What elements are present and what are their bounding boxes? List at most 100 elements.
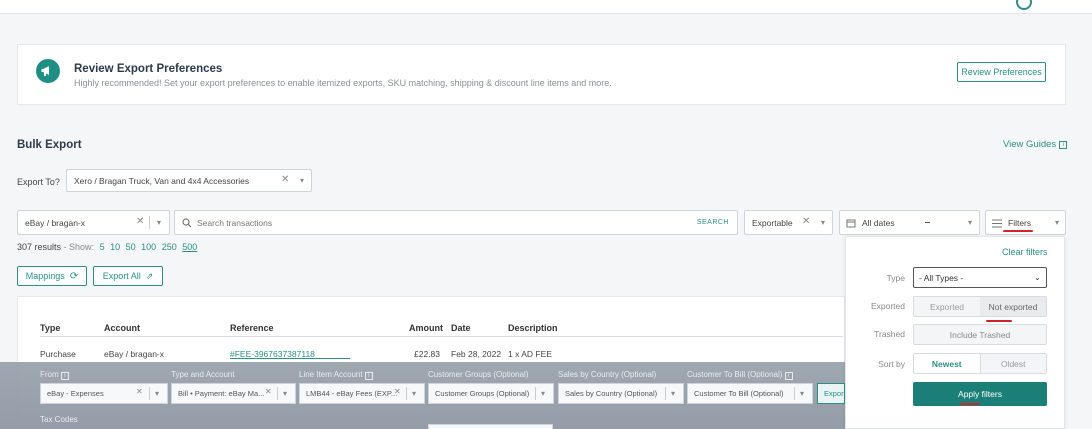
- sort-toggle: Newest Oldest: [913, 353, 1047, 374]
- reference-underline: [230, 358, 350, 359]
- view-guides-label: View Guides: [1003, 139, 1057, 150]
- divider: [149, 387, 150, 400]
- banner-subtitle: Highly recommended! Set your export pref…: [74, 78, 612, 88]
- page-size-500[interactable]: 500: [182, 242, 197, 252]
- refresh-icon: ⟳: [69, 270, 79, 282]
- type-account-select[interactable]: Bill • Payment: eBay Ma... ✕ ▾: [171, 383, 296, 404]
- customer-bill-select[interactable]: Customer To Bill (Optional) ▾: [687, 383, 813, 404]
- exported-label: Exported: [870, 301, 905, 311]
- date-range-select[interactable]: All dates ▾: [839, 210, 980, 235]
- clear-icon[interactable]: ✕: [265, 387, 272, 396]
- divider: [794, 387, 795, 400]
- export-to-select[interactable]: Xero / Bragan Truck, Van and 4x4 Accesso…: [66, 169, 312, 192]
- search-input[interactable]: Search transactions SEARCH: [174, 210, 738, 235]
- filter-icon: [992, 219, 1002, 228]
- search-button[interactable]: SEARCH: [697, 219, 729, 226]
- page-size-250[interactable]: 250: [162, 242, 177, 252]
- column-header-account: Account: [104, 323, 140, 333]
- from-value: eBay - Expenses: [47, 389, 104, 398]
- sort-newest-option[interactable]: Newest: [914, 354, 981, 373]
- not-exported-option[interactable]: Not exported: [980, 297, 1046, 316]
- export-all-button[interactable]: Export All ⇗: [93, 266, 163, 286]
- line-item-label: Line Item Account i: [299, 370, 373, 380]
- chevron-down-icon: ▾: [968, 218, 973, 227]
- type-account-value: Bill • Payment: eBay Ma...: [178, 389, 265, 398]
- review-preferences-button[interactable]: Review Preferences: [957, 62, 1046, 82]
- line-item-select[interactable]: LMB44 - eBay Fees (EXP... ✕ ▾: [299, 383, 425, 404]
- chevron-down-icon: ▾: [1055, 218, 1060, 227]
- chevron-down-icon: ▾: [671, 389, 676, 398]
- page-size-10[interactable]: 10: [110, 242, 120, 252]
- row-account: eBay / bragan-x: [104, 349, 165, 359]
- column-header-reference: Reference: [230, 323, 274, 333]
- from-label: From i: [40, 370, 69, 380]
- divider: [665, 387, 666, 400]
- sales-country-label: Sales by Country (Optional): [558, 370, 657, 379]
- include-trashed-toggle[interactable]: Include Trashed: [913, 324, 1047, 345]
- clear-icon[interactable]: ✕: [136, 387, 143, 396]
- page-size-100[interactable]: 100: [141, 242, 156, 252]
- row-date: Feb 28, 2022: [451, 349, 502, 359]
- exportable-select[interactable]: Exportable ✕ ▾: [744, 210, 833, 235]
- info-icon: i: [1059, 140, 1068, 149]
- info-icon: i: [784, 372, 793, 380]
- annotation-underline: [986, 320, 1012, 322]
- results-summary: 307 results - Show: 5 10 50 100 250 500: [17, 242, 197, 252]
- search-icon: [182, 218, 192, 228]
- tax-codes-select[interactable]: [428, 424, 553, 429]
- show-label: - Show:: [63, 242, 95, 252]
- from-select[interactable]: eBay - Expenses ✕ ▾: [40, 383, 168, 404]
- account-select[interactable]: eBay / bragan-x ✕ ▾: [17, 210, 170, 235]
- chevron-down-icon: ▾: [541, 389, 546, 398]
- chevron-down-icon: ▾: [300, 176, 305, 185]
- search-placeholder: Search transactions: [197, 218, 273, 228]
- chevron-down-icon: ▾: [283, 389, 288, 398]
- mappings-button[interactable]: Mappings ⟳: [17, 266, 87, 286]
- divider: [277, 387, 278, 400]
- exported-option[interactable]: Exported: [914, 297, 980, 316]
- type-select[interactable]: - All Types - ⌄: [913, 267, 1047, 288]
- chevron-down-icon: ▾: [800, 389, 805, 398]
- clear-icon[interactable]: ✕: [802, 216, 810, 227]
- annotation-underline: [960, 403, 980, 405]
- export-to-label: Export To?: [17, 177, 60, 187]
- divider: [149, 216, 150, 229]
- line-item-label-text: Line Item Account: [299, 370, 363, 379]
- row-amount: £22.83: [414, 349, 440, 359]
- apply-filters-button[interactable]: Apply filters: [913, 382, 1047, 406]
- view-guides-link[interactable]: View Guides i: [1003, 139, 1068, 150]
- customer-groups-select[interactable]: Customer Groups (Optional) ▾: [428, 383, 554, 404]
- type-account-label: Type and Account: [171, 370, 235, 379]
- exportable-value: Exportable: [752, 217, 793, 228]
- filters-label: Filters: [1008, 217, 1032, 228]
- info-icon: i: [60, 372, 69, 380]
- sort-label: Sort by: [878, 359, 905, 369]
- chevron-down-icon: ▾: [155, 389, 160, 398]
- from-label-text: From: [40, 370, 59, 379]
- page-size-5[interactable]: 5: [100, 242, 105, 252]
- page-size-50[interactable]: 50: [126, 242, 136, 252]
- sort-oldest-option[interactable]: Oldest: [980, 354, 1046, 373]
- clear-icon[interactable]: ✕: [394, 387, 401, 396]
- column-header-type: Type: [40, 323, 61, 333]
- sales-country-select[interactable]: Sales by Country (Optional) ▾: [558, 383, 684, 404]
- export-to-value: Xero / Bragan Truck, Van and 4x4 Accesso…: [74, 175, 250, 186]
- export-row-button[interactable]: Export: [817, 383, 845, 404]
- dates-value: All dates: [862, 217, 895, 228]
- customer-bill-value: Customer To Bill (Optional): [694, 389, 784, 398]
- divider: [406, 387, 407, 400]
- type-label: Type: [886, 273, 905, 283]
- line-item-value: LMB44 - eBay Fees (EXP...: [306, 389, 398, 398]
- clear-icon[interactable]: ✕: [136, 216, 144, 227]
- column-header-date: Date: [451, 323, 471, 333]
- sales-country-value: Sales by Country (Optional): [565, 389, 658, 398]
- dash-mark: [925, 222, 930, 223]
- clear-icon[interactable]: ✕: [281, 174, 289, 185]
- clear-filters-link[interactable]: Clear filters: [1002, 247, 1048, 257]
- annotation-underline: [1003, 230, 1033, 232]
- chevron-down-icon: ▾: [157, 218, 162, 227]
- results-count: 307 results: [17, 242, 62, 252]
- column-header-amount: Amount: [409, 323, 443, 333]
- chevron-down-icon: ⌄: [1034, 273, 1041, 282]
- exported-toggle: Exported Not exported: [913, 296, 1047, 317]
